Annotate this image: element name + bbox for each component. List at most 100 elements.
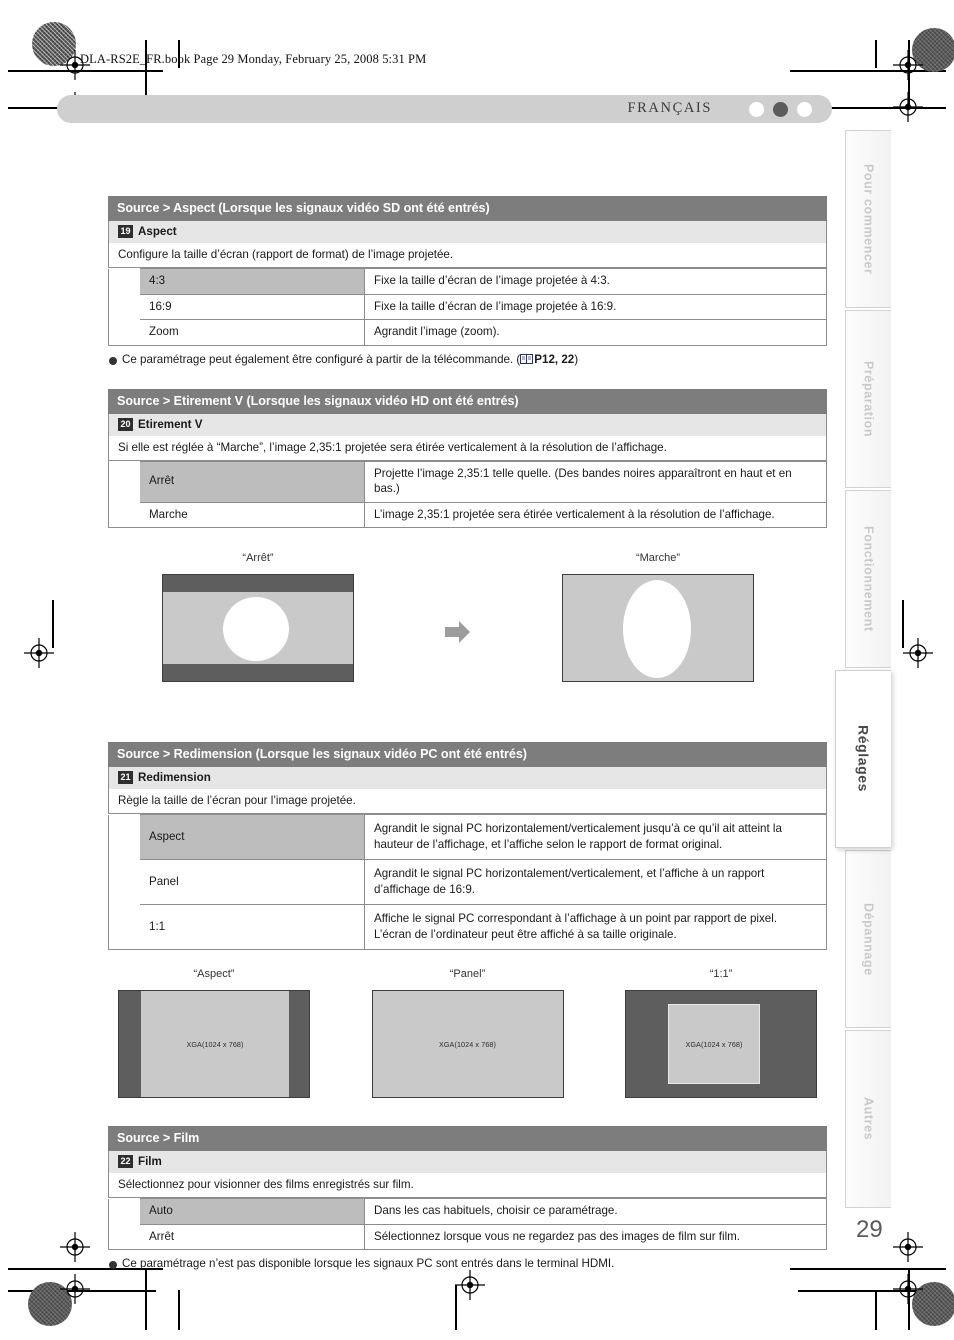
section-aspect: Source > Aspect (Lorsque les signaux vid… bbox=[108, 196, 827, 366]
row-indent bbox=[108, 859, 140, 905]
note-text: Ce paramétrage peut également être confi… bbox=[122, 352, 579, 366]
table-row: Arrêt Projette l’image 2,35:1 telle quel… bbox=[108, 460, 827, 503]
table-row: Auto Dans les cas habituels, choisir ce … bbox=[108, 1198, 827, 1225]
page-number: 29 bbox=[856, 1216, 883, 1243]
sidebar-item-autres[interactable]: Autres bbox=[845, 1030, 891, 1208]
figure-caption: “Panel” bbox=[449, 968, 486, 981]
figure-caption: “1:1” bbox=[709, 968, 733, 981]
table-row: Arrêt Sélectionnez lorsque vous ne regar… bbox=[108, 1223, 827, 1251]
page-reference[interactable]: P12 bbox=[534, 353, 555, 366]
registration-mark bbox=[893, 50, 923, 80]
sidebar-item-pour-commencer[interactable]: Pour commencer bbox=[845, 130, 891, 308]
tab-label: Réglages bbox=[855, 725, 872, 793]
option-key: 4:3 bbox=[140, 268, 365, 295]
option-key: 16:9 bbox=[140, 293, 365, 321]
section-film: Source > Film 22 Film Sélectionnez pour … bbox=[108, 1126, 827, 1270]
ellipse-shape bbox=[623, 580, 691, 679]
section-note: Ce paramétrage n’est pas disponible lors… bbox=[109, 1257, 827, 1270]
note-text: Ce paramétrage n’est pas disponible lors… bbox=[122, 1257, 615, 1271]
option-value: L’image 2,35:1 projetée sera étirée vert… bbox=[364, 501, 827, 529]
resolution-label: XGA(1024 x 768) bbox=[186, 1039, 244, 1049]
section-description: Règle la taille de l’écran pour l’image … bbox=[108, 789, 827, 815]
figure-group-stretch: “Arrêt” “Marche” bbox=[108, 552, 827, 712]
row-indent bbox=[108, 1198, 140, 1225]
figure-caption: “Marche” bbox=[635, 552, 680, 565]
option-key: Arrêt bbox=[140, 460, 365, 503]
sidebar-item-fonctionnement[interactable]: Fonctionnement bbox=[845, 490, 891, 668]
page-canvas: DLA-RS2E_FR.book Page 29 Monday, Februar… bbox=[0, 0, 954, 1340]
trim-line bbox=[178, 1290, 180, 1330]
registration-mark bbox=[903, 638, 933, 668]
option-key: Panel bbox=[140, 859, 365, 906]
language-bar: FRANÇAIS bbox=[57, 95, 832, 123]
section-sublabel: Aspect bbox=[138, 225, 177, 238]
section-title: Source > Redimension (Lorsque les signau… bbox=[108, 742, 827, 768]
figure-caption: “Arrêt” bbox=[242, 552, 274, 565]
table-row: 4:3 Fixe la taille d’écran de l’image pr… bbox=[108, 268, 827, 295]
screen-illustration-off bbox=[162, 574, 354, 683]
row-indent bbox=[108, 1224, 140, 1250]
bullet-icon bbox=[109, 356, 117, 365]
option-key: Marche bbox=[140, 501, 365, 529]
row-indent bbox=[108, 294, 140, 320]
tab-label: Fonctionnement bbox=[861, 526, 876, 632]
sidebar-item-reglages[interactable]: Réglages bbox=[835, 670, 891, 848]
bullet-icon bbox=[109, 1261, 117, 1270]
trim-line bbox=[875, 40, 877, 68]
registration-mark bbox=[893, 92, 923, 122]
right-arrow-icon bbox=[445, 621, 470, 644]
content-area: XGA(1024 x 768) bbox=[141, 991, 289, 1098]
screen-illustration-panel: XGA(1024 x 768) bbox=[371, 990, 564, 1099]
option-value: Agrandit le signal PC horizontalement/ve… bbox=[364, 814, 827, 861]
figure-aspect: “Aspect” XGA(1024 x 768) bbox=[118, 968, 310, 1099]
registration-mark bbox=[60, 1274, 90, 1304]
registration-mark bbox=[24, 638, 54, 668]
tab-label: Dépannage bbox=[861, 902, 876, 976]
section-sublabel: Film bbox=[138, 1155, 162, 1169]
option-key: Auto bbox=[140, 1198, 365, 1225]
main-content: Source > Aspect (Lorsque les signaux vid… bbox=[108, 196, 827, 1270]
option-value: Affiche le signal PC correspondant à l’a… bbox=[364, 904, 827, 951]
trim-line bbox=[145, 1268, 147, 1330]
tab-label: Préparation bbox=[861, 360, 876, 438]
table-row: 16:9 Fixe la taille d’écran de l’image p… bbox=[108, 293, 827, 321]
options-table: Aspect Agrandit le signal PC horizontale… bbox=[108, 814, 827, 951]
section-title: Source > Aspect (Lorsque les signaux vid… bbox=[108, 196, 827, 221]
registration-mark bbox=[60, 1232, 90, 1262]
option-value: Agrandit le signal PC horizontalement/ve… bbox=[364, 859, 827, 906]
file-header-text: DLA-RS2E_FR.book Page 29 Monday, Februar… bbox=[80, 52, 427, 66]
option-value: Agrandit l’image (zoom). bbox=[364, 319, 827, 346]
section-redimension: Source > Redimension (Lorsque les signau… bbox=[108, 742, 827, 951]
table-row: Aspect Agrandit le signal PC horizontale… bbox=[108, 814, 827, 861]
item-number-badge: 21 bbox=[118, 771, 133, 785]
resolution-label: XGA(1024 x 768) bbox=[685, 1039, 743, 1049]
dot-indicator bbox=[797, 102, 812, 117]
section-title: Source > Etirement V (Lorsque les signau… bbox=[108, 388, 827, 414]
table-row: Marche L’image 2,35:1 projetée sera étir… bbox=[108, 501, 827, 529]
figure-one-to-one: “1:1” XGA(1024 x 768) bbox=[625, 968, 817, 1099]
section-title: Source > Film bbox=[108, 1126, 827, 1152]
dot-indicator-active bbox=[773, 102, 788, 117]
tab-label: Pour commencer bbox=[861, 163, 876, 275]
table-row: Zoom Agrandit l’image (zoom). bbox=[108, 319, 827, 346]
registration-mark bbox=[893, 1232, 923, 1262]
options-table: Auto Dans les cas habituels, choisir ce … bbox=[108, 1198, 827, 1251]
screen-illustration-aspect: XGA(1024 x 768) bbox=[118, 990, 310, 1099]
sidebar-item-preparation[interactable]: Préparation bbox=[845, 310, 891, 488]
arrow-container bbox=[408, 552, 508, 712]
dot-indicator bbox=[749, 102, 764, 117]
item-number-badge: 20 bbox=[118, 417, 133, 431]
circle-shape bbox=[223, 597, 289, 662]
screen-illustration-on bbox=[562, 574, 754, 683]
row-indent bbox=[108, 461, 140, 503]
item-number-badge: 19 bbox=[118, 225, 133, 238]
section-subheader: 19 Aspect bbox=[108, 221, 827, 243]
black-band-bottom bbox=[163, 664, 353, 682]
trim-line bbox=[875, 1290, 877, 1330]
section-description: Configure la taille d’écran (rapport de … bbox=[108, 243, 827, 268]
registration-mark bbox=[893, 1274, 923, 1304]
page-reference-extra[interactable]: , 22 bbox=[555, 353, 574, 366]
sidebar-item-depannage[interactable]: Dépannage bbox=[845, 850, 891, 1028]
book-icon bbox=[520, 353, 534, 364]
resolution-label: XGA(1024 x 768) bbox=[438, 1039, 497, 1049]
